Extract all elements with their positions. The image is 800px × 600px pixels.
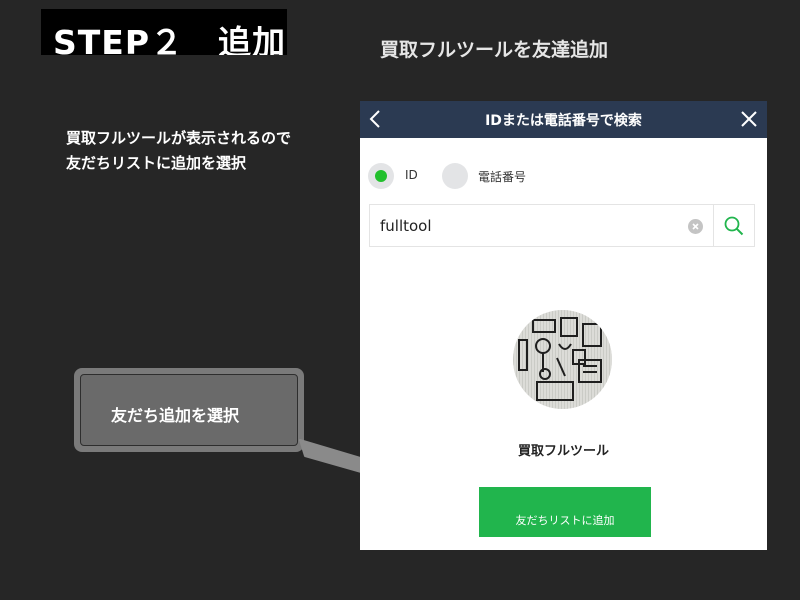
radio-phone-number[interactable] (442, 163, 468, 189)
radio-selected-dot (375, 170, 387, 182)
phone-screen: IDまたは電話番号で検索 ID 電話番号 fulltool 買取フルツール 友だ… (360, 101, 767, 550)
clear-button[interactable] (688, 219, 703, 234)
add-to-friends-label: 友だちリストに追加 (515, 514, 615, 527)
callout-inner: 友だち追加を選択 (80, 374, 298, 446)
instruction-line-2: 友だちリストに追加を選択 (66, 154, 247, 172)
slide-heading: 買取フルツールを友達追加 (380, 39, 609, 61)
tool-sketch-image (513, 310, 612, 409)
close-button[interactable] (737, 107, 761, 131)
close-icon (741, 111, 757, 127)
account-name: 買取フルツール (517, 444, 609, 459)
step-badge: STEP２ 追加 (41, 9, 287, 55)
search-button[interactable] (723, 215, 745, 237)
radio-id-label[interactable]: ID (405, 168, 418, 182)
clear-icon (692, 223, 699, 230)
phone-title: IDまたは電話番号で検索 (485, 113, 642, 129)
step-badge-text: STEP２ 追加 (53, 23, 287, 56)
account-avatar (513, 310, 612, 409)
instruction-text: 買取フルツールが表示されるので 友だちリストに追加を選択 (66, 126, 291, 176)
search-input[interactable] (380, 215, 680, 237)
search-box (369, 204, 755, 247)
callout-label: 友だち追加を選択 (111, 406, 240, 425)
phone-header: IDまたは電話番号で検索 (360, 101, 767, 138)
instruction-line-1: 買取フルツールが表示されるので (66, 129, 292, 147)
search-icon (724, 216, 744, 236)
callout-box: 友だち追加を選択 (74, 368, 304, 452)
search-divider (713, 205, 714, 246)
add-to-friends-button[interactable]: 友だちリストに追加 (479, 487, 651, 537)
radio-id[interactable] (368, 163, 394, 189)
radio-phone-number-label[interactable]: 電話番号 (478, 168, 526, 185)
